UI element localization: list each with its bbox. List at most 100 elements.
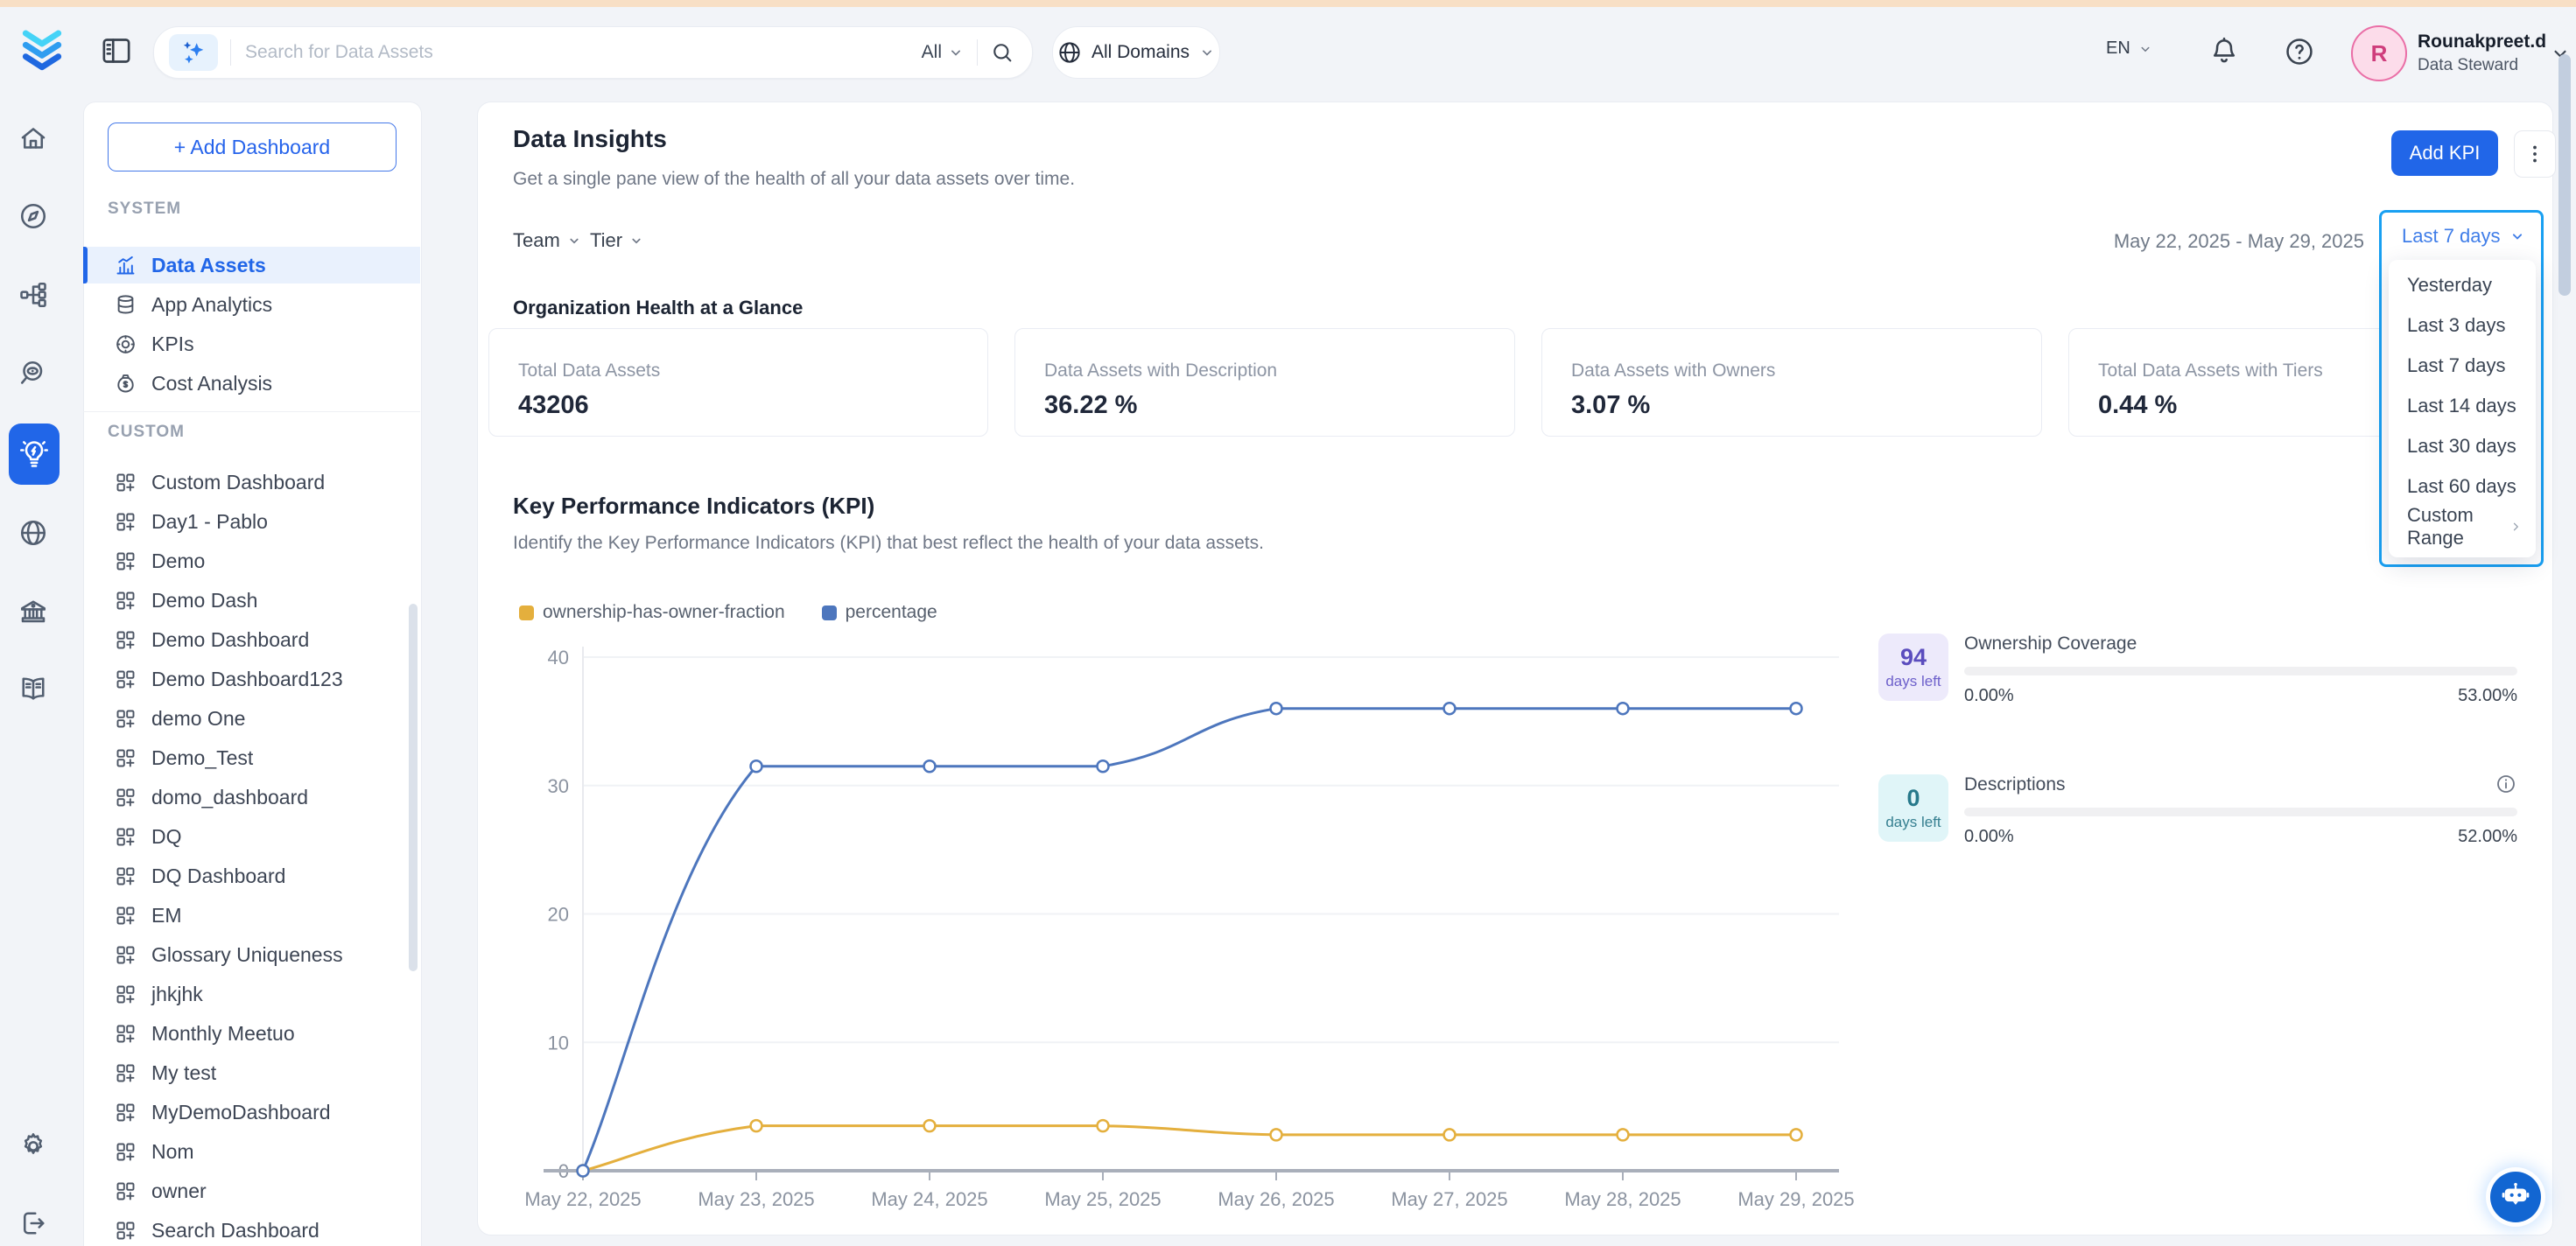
range-option-last-14-days[interactable]: Last 14 days: [2389, 386, 2536, 426]
chatbot-button[interactable]: [2490, 1172, 2541, 1222]
range-option-last-7-days[interactable]: Last 7 days: [2389, 346, 2536, 386]
sidebar-item-label: Demo: [151, 550, 205, 573]
rail-item-logout[interactable]: [16, 1206, 51, 1241]
search-input[interactable]: [243, 41, 922, 64]
sidebar-item-app-analytics[interactable]: App Analytics: [83, 286, 420, 323]
sidebar-item-dq[interactable]: DQ: [83, 818, 420, 855]
kpi-max-value: 53.00%: [2458, 686, 2517, 706]
tier-filter-label: Tier: [590, 229, 622, 252]
sidebar-item-jhkjhk[interactable]: jhkjhk: [83, 976, 420, 1012]
more-options-button[interactable]: [2514, 130, 2556, 178]
sidebar-item-nom[interactable]: Nom: [83, 1133, 420, 1170]
sidebar-item-kpis[interactable]: KPIs: [83, 326, 420, 362]
range-option-custom-range[interactable]: Custom Range: [2389, 507, 2536, 547]
add-kpi-button[interactable]: Add KPI: [2391, 130, 2498, 176]
grid-plus-icon: [114, 864, 137, 888]
rail-item-compass[interactable]: [16, 199, 51, 234]
language-selector[interactable]: EN: [2106, 38, 2153, 59]
chevron-down-icon: [1198, 44, 1216, 61]
sidebar-scrollbar[interactable]: [409, 604, 418, 971]
team-filter[interactable]: Team: [513, 227, 582, 255]
data-point: [1791, 703, 1802, 714]
sidebar-item-em[interactable]: EM: [83, 897, 420, 934]
sidebar-item-mydemodashboard[interactable]: MyDemoDashboard: [83, 1094, 420, 1130]
rail-item-home[interactable]: [16, 121, 51, 156]
kpi-max-value: 52.00%: [2458, 827, 2517, 847]
range-option-last-3-days[interactable]: Last 3 days: [2389, 305, 2536, 346]
sidebar-item-dq-dashboard[interactable]: DQ Dashboard: [83, 858, 420, 894]
global-search[interactable]: All: [153, 26, 1033, 79]
svg-text:10: 10: [548, 1032, 569, 1054]
sidebar-item-demo-test[interactable]: Demo_Test: [83, 739, 420, 776]
logout-icon: [18, 1208, 49, 1239]
sidebar-item-domo-dashboard[interactable]: domo_dashboard: [83, 779, 420, 816]
app-logo[interactable]: [14, 23, 70, 79]
data-point: [751, 760, 762, 772]
chevron-down-icon: [2137, 41, 2153, 57]
ai-search-button[interactable]: [169, 34, 218, 71]
rail-item-glossary[interactable]: [16, 671, 51, 706]
app-window: All All Domains EN R Rounakpreet.d Data …: [0, 0, 2576, 1246]
rail-item-globe[interactable]: [16, 515, 51, 550]
grid-plus-icon: [114, 1140, 137, 1164]
user-avatar[interactable]: R: [2351, 25, 2407, 81]
notifications-button[interactable]: [2207, 35, 2241, 68]
search-scope-dropdown[interactable]: All: [922, 42, 965, 63]
range-option-last-60-days[interactable]: Last 60 days: [2389, 466, 2536, 507]
sidebar-item-demo-dashboard[interactable]: Demo Dashboard: [83, 621, 420, 658]
sidebar-item-owner[interactable]: owner: [83, 1172, 420, 1209]
sidebar-item-my-test[interactable]: My test: [83, 1054, 420, 1091]
sidebar-item-demo-dash[interactable]: Demo Dash: [83, 582, 420, 619]
sidebar-item-custom-dashboard[interactable]: Custom Dashboard: [83, 464, 420, 500]
page-subtitle: Get a single pane view of the health of …: [513, 169, 1075, 190]
rail-item-discover[interactable]: [16, 356, 51, 391]
page-scrollbar[interactable]: [2558, 54, 2571, 296]
grid-plus-icon: [114, 628, 137, 652]
glossary-icon: [18, 673, 49, 704]
sidebar-item-search-dashboard[interactable]: Search Dashboard: [83, 1212, 420, 1246]
chevron-down-icon: [947, 44, 965, 61]
legend-item-percentage[interactable]: percentage: [822, 602, 937, 623]
range-option-last-30-days[interactable]: Last 30 days: [2389, 426, 2536, 466]
sidebar-item-day1-pablo[interactable]: Day1 - Pablo: [83, 503, 420, 540]
rail-item-insights[interactable]: [9, 424, 60, 485]
chevron-right-icon: [2508, 519, 2523, 535]
series-line-ownership-has-owner-fraction: [583, 1126, 1796, 1171]
rail-item-lineage[interactable]: [16, 277, 51, 312]
sidebar-item-demo[interactable]: Demo: [83, 542, 420, 579]
svg-text:May 26, 2025: May 26, 2025: [1218, 1188, 1334, 1210]
legend-item-ownership-has-owner-fraction[interactable]: ownership-has-owner-fraction: [519, 602, 785, 623]
tier-filter[interactable]: Tier: [590, 227, 644, 255]
sidebar-item-cost-analysis[interactable]: Cost Analysis: [83, 365, 420, 402]
range-option-yesterday[interactable]: Yesterday: [2389, 265, 2536, 305]
sidebar-item-demo-dashboard123[interactable]: Demo Dashboard123: [83, 661, 420, 697]
sidebar-item-data-assets[interactable]: Data Assets: [83, 247, 420, 284]
sidebar-item-glossary-uniqueness[interactable]: Glossary Uniqueness: [83, 936, 420, 973]
date-range-label: May 22, 2025 - May 29, 2025: [2114, 230, 2364, 253]
data-point: [751, 1120, 762, 1131]
team-filter-label: Team: [513, 229, 560, 252]
domains-dropdown[interactable]: All Domains: [1052, 26, 1220, 79]
sidebar-collapse-button[interactable]: [99, 33, 134, 68]
add-dashboard-button[interactable]: + Add Dashboard: [108, 122, 397, 172]
sidebar-item-label: Glossary Uniqueness: [151, 943, 343, 967]
grid-plus-icon: [114, 550, 137, 573]
active-indicator: [83, 247, 88, 284]
range-selector-button[interactable]: Last 7 days: [2402, 225, 2526, 248]
grid-plus-icon: [114, 943, 137, 967]
glance-card-value: 36.22 %: [1044, 391, 1514, 420]
days-left-value: 94: [1878, 644, 1948, 671]
rail-item-governance[interactable]: [16, 594, 51, 629]
sidebar-item-monthly-meetuo[interactable]: Monthly Meetuo: [83, 1015, 420, 1052]
data-point: [1098, 760, 1109, 772]
search-submit-button[interactable]: [990, 40, 1014, 65]
rail-item-settings[interactable]: [16, 1129, 51, 1164]
sidebar-item-label: Custom Dashboard: [151, 471, 325, 494]
info-icon[interactable]: [2495, 773, 2517, 795]
grid-plus-icon: [114, 510, 137, 534]
sidebar-item-label: MyDemoDashboard: [151, 1101, 331, 1124]
moneybag-icon: [114, 372, 137, 396]
help-button[interactable]: [2283, 35, 2316, 68]
grid-plus-icon: [114, 1180, 137, 1203]
sidebar-item-demo-one[interactable]: demo One: [83, 700, 420, 737]
